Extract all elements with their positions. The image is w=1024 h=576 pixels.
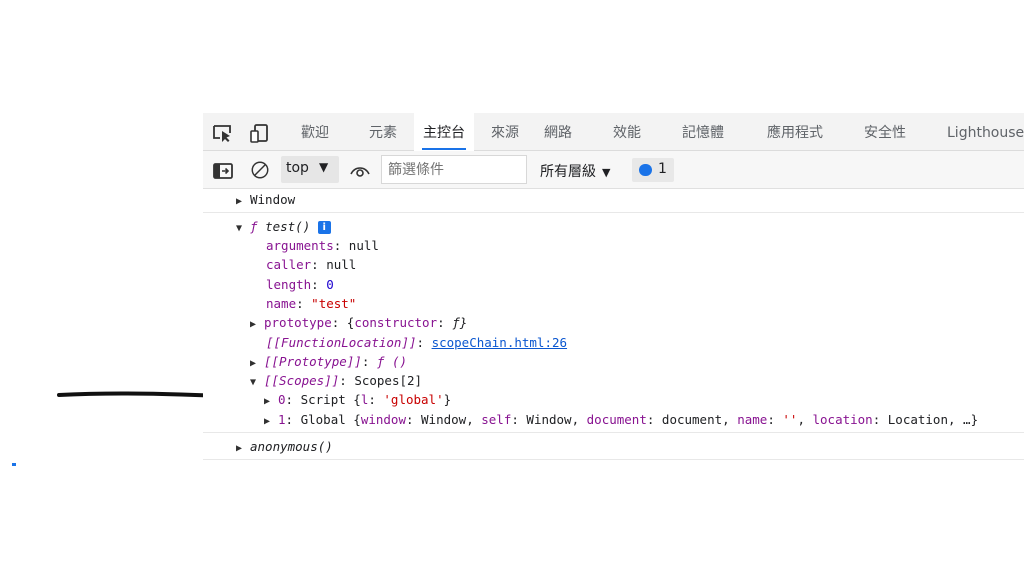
tab-console[interactable]: 主控台 <box>414 113 474 151</box>
prop-length: length: 0 <box>266 277 334 292</box>
console-toolbar: top ▼ 所有層級 ▼ 1 <box>203 151 1024 189</box>
issues-count: 1 <box>658 161 667 177</box>
expand-arrow-icon[interactable]: ▶ <box>236 440 250 458</box>
scope-item-1[interactable]: ▶ 1: Global {window: Window, self: Window… <box>264 411 978 429</box>
message-bubble-icon <box>639 164 652 176</box>
entry-divider <box>203 432 1024 433</box>
prop-name: name: "test" <box>266 296 357 311</box>
prop-caller: caller: null <box>266 257 357 272</box>
tab-performance[interactable]: 效能 <box>605 113 649 151</box>
issues-counter[interactable]: 1 <box>632 158 674 182</box>
console-entry-test[interactable]: ▼ ƒ test() i <box>236 218 331 236</box>
context-label: top <box>286 160 309 176</box>
tab-memory[interactable]: 記憶體 <box>674 113 732 151</box>
entry-divider <box>203 459 1024 460</box>
context-selector[interactable]: top ▼ <box>281 156 339 183</box>
tab-network[interactable]: 網路 <box>536 113 580 151</box>
log-levels-label: 所有層級 <box>540 164 596 180</box>
expand-arrow-icon[interactable]: ▶ <box>250 316 264 334</box>
scope-item-0[interactable]: ▶ 0: Script {l: 'global'} <box>264 391 451 409</box>
dropdown-triangle-icon: ▼ <box>602 166 611 179</box>
inspect-element-icon[interactable] <box>212 123 234 143</box>
console-entry-window[interactable]: ▶ Window <box>236 191 295 209</box>
tab-security[interactable]: 安全性 <box>856 113 914 151</box>
devtools-panel: 歡迎 元素 主控台 來源 網路 效能 記憶體 應用程式 安全性 Lighthou… <box>203 113 1024 473</box>
prop-prototype[interactable]: ▶ prototype: {constructor: ƒ} <box>250 314 467 332</box>
live-expression-eye-icon[interactable] <box>349 161 371 181</box>
devtools-tabbar: 歡迎 元素 主控台 來源 網路 效能 記憶體 應用程式 安全性 Lighthou… <box>203 113 1024 151</box>
filter-input[interactable] <box>381 155 527 184</box>
expand-arrow-icon[interactable]: ▶ <box>250 355 264 373</box>
collapse-arrow-icon[interactable]: ▼ <box>250 374 264 392</box>
console-prompt-caret[interactable] <box>12 463 16 466</box>
clear-console-icon[interactable] <box>249 160 271 180</box>
log-levels-dropdown[interactable]: 所有層級 ▼ <box>540 161 610 181</box>
expand-arrow-icon[interactable]: ▶ <box>236 193 250 211</box>
prop-scopes[interactable]: ▼ [[Scopes]]: Scopes[2] <box>250 372 422 390</box>
tab-application[interactable]: 應用程式 <box>759 113 831 151</box>
source-link[interactable]: scopeChain.html:26 <box>432 335 567 350</box>
tab-lighthouse[interactable]: Lighthouse <box>939 113 1024 151</box>
prop-function-location: [[FunctionLocation]]: scopeChain.html:26 <box>266 335 568 350</box>
collapse-arrow-icon[interactable]: ▼ <box>236 220 250 238</box>
device-toolbar-icon[interactable] <box>249 123 271 143</box>
expand-arrow-icon[interactable]: ▶ <box>264 413 278 431</box>
console-entry-anonymous[interactable]: ▶ anonymous() <box>236 438 333 456</box>
dropdown-triangle-icon: ▼ <box>319 160 329 174</box>
info-icon[interactable]: i <box>317 221 331 234</box>
sidebar-toggle-icon[interactable] <box>212 161 234 181</box>
tab-sources[interactable]: 來源 <box>483 113 527 151</box>
expand-arrow-icon[interactable]: ▶ <box>264 393 278 411</box>
entry-divider <box>203 212 1024 213</box>
tab-welcome[interactable]: 歡迎 <box>293 113 337 151</box>
prop-prototype-internal[interactable]: ▶ [[Prototype]]: ƒ () <box>250 353 407 371</box>
tab-elements[interactable]: 元素 <box>361 113 405 151</box>
prop-arguments: arguments: null <box>266 238 379 253</box>
